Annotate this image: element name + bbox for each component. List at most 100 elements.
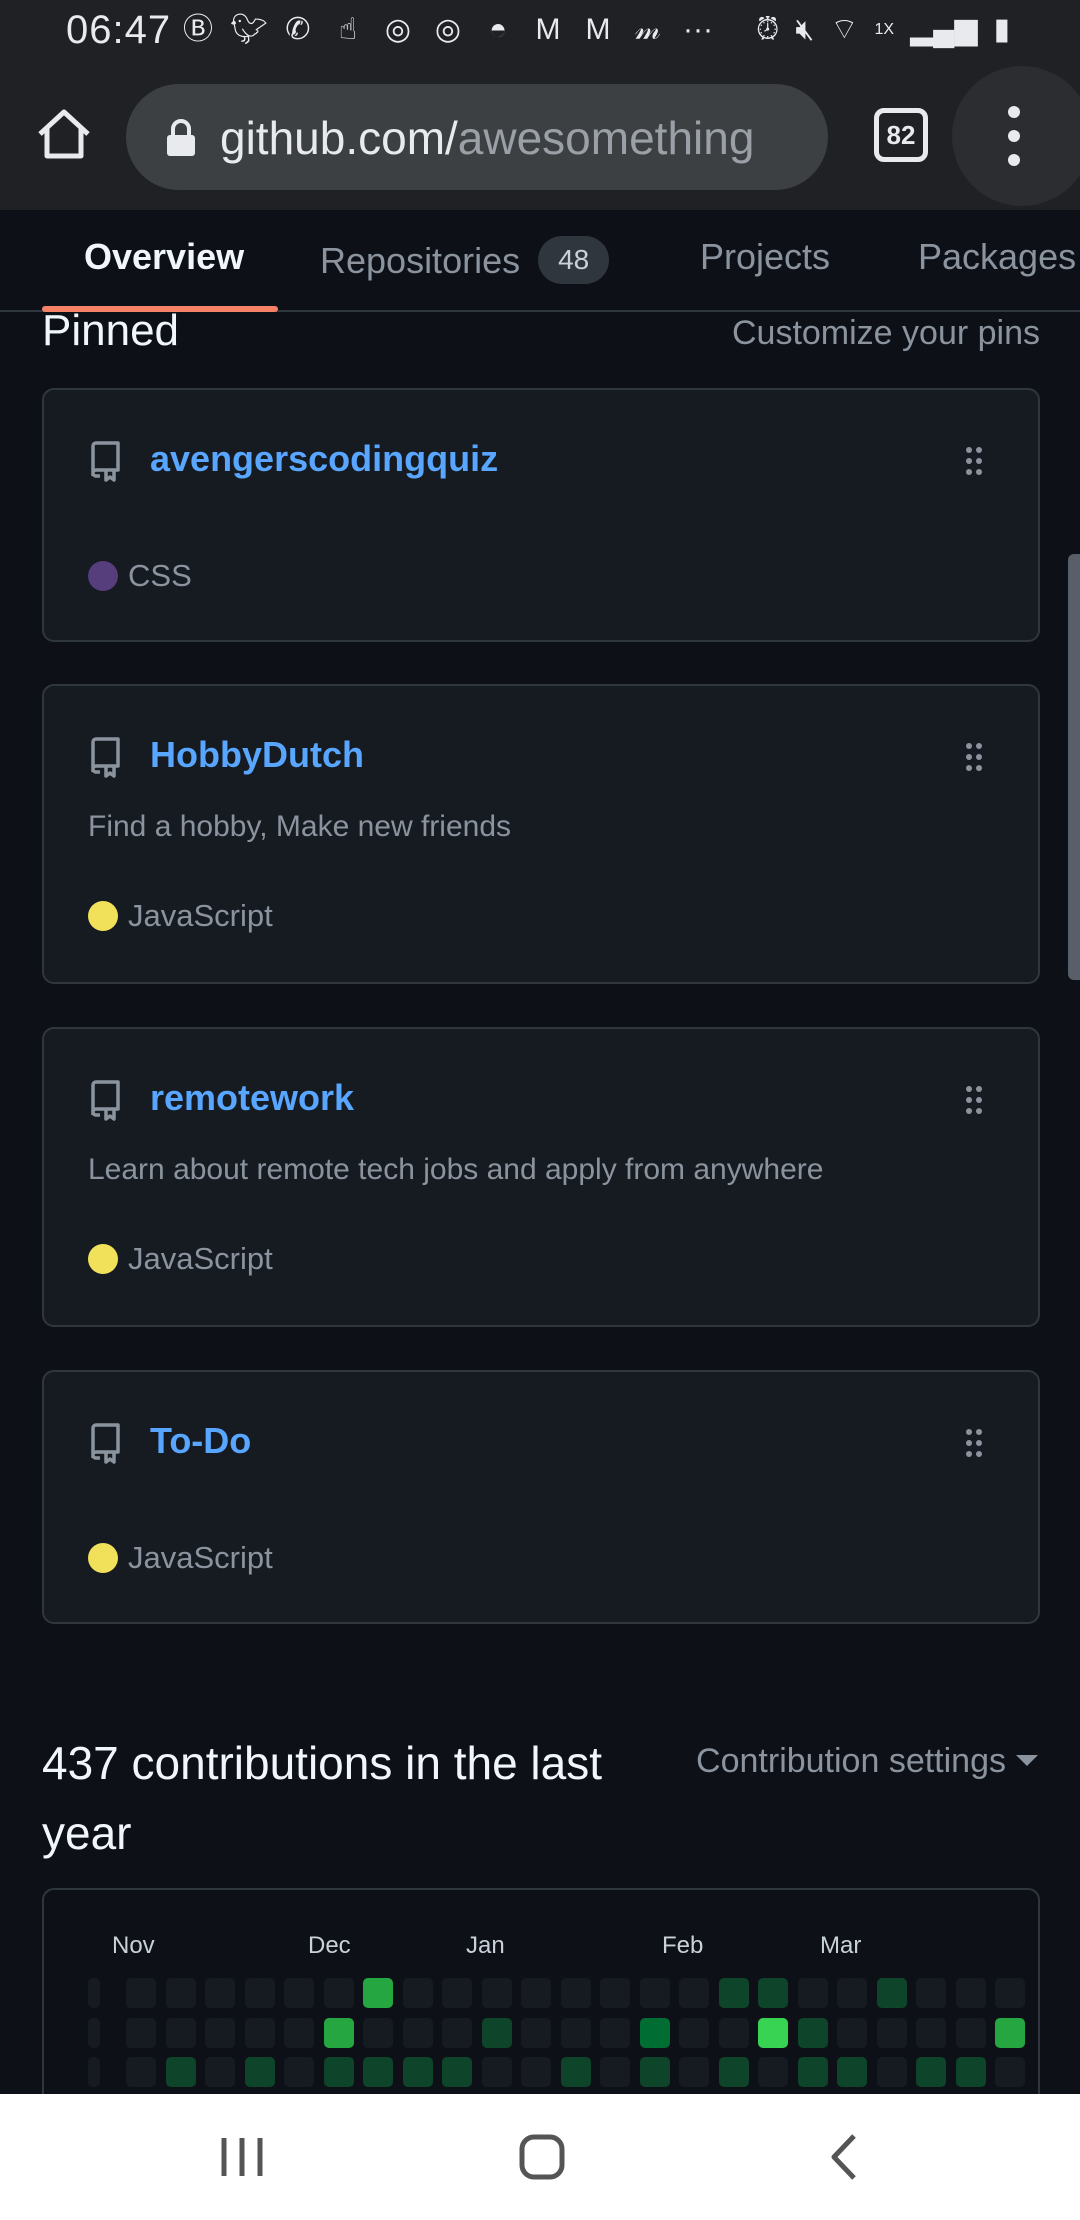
contribution-day-cell[interactable] xyxy=(639,1978,670,2008)
contribution-day-cell[interactable] xyxy=(402,2017,433,2048)
contribution-day-cell[interactable] xyxy=(521,1978,551,2008)
contribution-day-cell[interactable] xyxy=(916,1978,946,2008)
repo-name-link[interactable]: HobbyDutch xyxy=(150,734,364,776)
contribution-day-cell[interactable] xyxy=(955,2017,986,2048)
tab-projects[interactable]: Projects xyxy=(700,236,830,278)
contribution-day-cell[interactable] xyxy=(560,2057,591,2087)
contribution-day-cell[interactable] xyxy=(126,2017,156,2048)
contribution-day-cell[interactable] xyxy=(797,2057,828,2087)
repo-name-link[interactable]: To-Do xyxy=(150,1420,251,1462)
contribution-day-cell[interactable] xyxy=(679,1978,709,2008)
tab-packages[interactable]: Packages xyxy=(918,236,1076,278)
contribution-day-cell[interactable] xyxy=(126,2057,156,2087)
contribution-day-cell[interactable] xyxy=(718,1978,749,2008)
customize-pins-link[interactable]: Customize your pins xyxy=(732,314,1040,353)
contribution-day-cell[interactable] xyxy=(165,2017,196,2048)
contribution-day-cell[interactable] xyxy=(797,1978,828,2008)
contribution-day-cell[interactable] xyxy=(837,2017,867,2048)
contribution-day-cell[interactable] xyxy=(916,2017,946,2048)
repo-name-link[interactable]: remotework xyxy=(150,1077,354,1119)
contribution-day-cell[interactable] xyxy=(995,2017,1025,2048)
contribution-day-cell[interactable] xyxy=(363,2017,393,2048)
contribution-day-cell[interactable] xyxy=(955,1978,986,2008)
repo-name-link[interactable]: avengerscodingquiz xyxy=(150,438,498,480)
contribution-day-cell[interactable] xyxy=(481,1978,512,2008)
url-bar[interactable]: github.com/awesomething xyxy=(126,84,828,190)
contribution-day-cell[interactable] xyxy=(718,2057,749,2087)
tab-overview[interactable]: Overview xyxy=(84,236,244,278)
contribution-day-cell[interactable] xyxy=(88,2017,100,2048)
contribution-day-cell[interactable] xyxy=(481,2017,512,2048)
drag-handle-icon[interactable] xyxy=(966,446,982,476)
tab-repositories[interactable]: Repositories 48 xyxy=(320,236,610,284)
contribution-day-cell[interactable] xyxy=(560,2017,591,2048)
contribution-day-cell[interactable] xyxy=(165,1978,196,2008)
contribution-day-cell[interactable] xyxy=(481,2057,512,2087)
home-nav-icon[interactable] xyxy=(502,2122,582,2192)
contribution-day-cell[interactable] xyxy=(521,2057,551,2087)
contribution-day-cell[interactable] xyxy=(679,2057,709,2087)
contribution-day-cell[interactable] xyxy=(995,2057,1025,2087)
contribution-day-cell[interactable] xyxy=(639,2017,670,2048)
contribution-day-cell[interactable] xyxy=(600,2057,630,2087)
contribution-day-cell[interactable] xyxy=(876,2017,907,2048)
contribution-day-cell[interactable] xyxy=(600,1978,630,2008)
drag-handle-icon[interactable] xyxy=(966,742,982,772)
contribution-day-cell[interactable] xyxy=(995,1978,1025,2008)
contribution-day-cell[interactable] xyxy=(126,1978,156,2008)
contribution-day-cell[interactable] xyxy=(639,2057,670,2087)
contribution-day-cell[interactable] xyxy=(165,2057,196,2087)
contribution-day-cell[interactable] xyxy=(442,2057,472,2087)
repo-language: JavaScript xyxy=(88,1540,273,1576)
contribution-day-cell[interactable] xyxy=(718,2017,749,2048)
contribution-day-cell[interactable] xyxy=(916,2057,946,2087)
contribution-day-cell[interactable] xyxy=(205,1978,235,2008)
contribution-day-cell[interactable] xyxy=(323,2017,354,2048)
contribution-day-cell[interactable] xyxy=(284,1978,314,2008)
contribution-day-cell[interactable] xyxy=(88,2057,100,2087)
contribution-day-cell[interactable] xyxy=(442,2017,472,2048)
home-icon[interactable] xyxy=(34,104,94,164)
contribution-day-cell[interactable] xyxy=(244,2057,275,2087)
contribution-day-cell[interactable] xyxy=(323,2057,354,2087)
contribution-day-cell[interactable] xyxy=(284,2017,314,2048)
contribution-day-cell[interactable] xyxy=(442,1978,472,2008)
contribution-day-cell[interactable] xyxy=(758,1978,788,2008)
contribution-day-cell[interactable] xyxy=(363,2057,393,2087)
contribution-day-cell[interactable] xyxy=(205,2057,235,2087)
contribution-day-cell[interactable] xyxy=(284,2057,314,2087)
contribution-day-cell[interactable] xyxy=(876,2057,907,2087)
drag-handle-icon[interactable] xyxy=(966,1428,982,1458)
contribution-day-cell[interactable] xyxy=(679,2017,709,2048)
contribution-day-cell[interactable] xyxy=(837,1978,867,2008)
contribution-day-cell[interactable] xyxy=(560,1978,591,2008)
more-menu-icon[interactable] xyxy=(952,66,1080,206)
contribution-day-cell[interactable] xyxy=(521,2017,551,2048)
instagram-icon: ◎ xyxy=(434,13,462,46)
tab-switcher-button[interactable]: 82 xyxy=(874,108,928,162)
status-time: 06:47 xyxy=(66,8,172,52)
contribution-day-cell[interactable] xyxy=(600,2017,630,2048)
contribution-day-cell[interactable] xyxy=(363,1978,393,2008)
pinned-title: Pinned xyxy=(42,306,180,355)
contribution-day-cell[interactable] xyxy=(876,1978,907,2008)
contribution-day-cell[interactable] xyxy=(88,1978,100,2008)
contribution-day-cell[interactable] xyxy=(244,1978,275,2008)
language-label: JavaScript xyxy=(128,1241,273,1276)
contribution-day-cell[interactable] xyxy=(758,2017,788,2048)
contribution-day-cell[interactable] xyxy=(837,2057,867,2087)
contribution-day-cell[interactable] xyxy=(205,2017,235,2048)
contribution-day-cell[interactable] xyxy=(955,2057,986,2087)
scrollbar-thumb[interactable] xyxy=(1068,554,1080,980)
contribution-settings-dropdown[interactable]: Contribution settings xyxy=(696,1742,1038,1781)
contribution-day-cell[interactable] xyxy=(402,2057,433,2087)
contribution-day-cell[interactable] xyxy=(402,1978,433,2008)
recent-apps-icon[interactable] xyxy=(202,2122,282,2192)
contribution-day-cell[interactable] xyxy=(323,1978,354,2008)
gmail-icon: M xyxy=(585,13,611,46)
contribution-day-cell[interactable] xyxy=(244,2017,275,2048)
back-icon[interactable] xyxy=(806,2122,886,2192)
drag-handle-icon[interactable] xyxy=(966,1085,982,1115)
contribution-day-cell[interactable] xyxy=(758,2057,788,2087)
contribution-day-cell[interactable] xyxy=(797,2017,828,2048)
